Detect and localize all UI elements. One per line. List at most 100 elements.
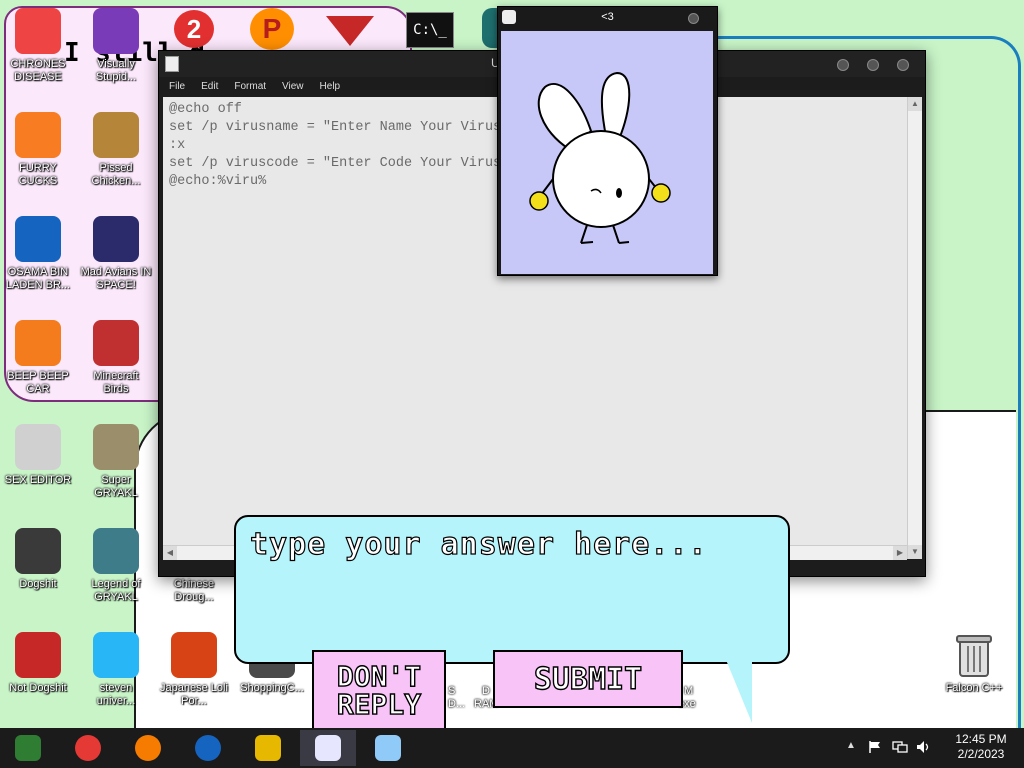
icon-label: Japanese Loli Por...	[160, 682, 228, 707]
bunny-title: <3	[601, 11, 614, 23]
taskbar-app-1[interactable]	[60, 730, 116, 766]
desktop-icon[interactable]: Dogshit	[2, 528, 74, 591]
desktop-icon-falcon[interactable]: Falcon C++	[938, 632, 1010, 695]
desktop-icon[interactable]: Minecraft Birds	[80, 320, 152, 396]
app-icon	[93, 8, 139, 54]
desktop-icon[interactable]: OSAMA BIN LADEN BR...	[2, 216, 74, 292]
notepad-file-icon	[165, 56, 179, 72]
desktop-icon[interactable]: Legend of GRYAKL	[80, 528, 152, 604]
volume-icon[interactable]	[916, 740, 932, 754]
app-icon	[15, 112, 61, 158]
bunny-titlebar[interactable]: <3	[498, 7, 717, 29]
bubble-tail	[724, 655, 752, 723]
menu-help[interactable]: Help	[320, 81, 341, 92]
partial-label: S	[448, 685, 456, 697]
menu-file[interactable]: File	[169, 81, 185, 92]
app-icon	[93, 320, 139, 366]
desktop-icon-2[interactable]: 2	[174, 10, 220, 50]
desktop-icon-cmd[interactable]: C:\_	[406, 12, 454, 48]
file-explorer-icon	[255, 735, 281, 761]
flag-icon[interactable]	[868, 740, 882, 754]
icon-label: Not Dogshit	[9, 682, 67, 694]
icon-label: Mad Avians IN SPACE!	[80, 266, 152, 291]
chrome-icon	[75, 735, 101, 761]
network-icon[interactable]	[892, 740, 908, 754]
app-icon	[15, 320, 61, 366]
bunny-popup-window[interactable]: <3	[497, 6, 718, 276]
app-p-icon: P	[250, 8, 294, 50]
app-icon	[93, 216, 139, 262]
notepad-icon	[375, 735, 401, 761]
desktop-icon[interactable]: Super GRYAKL	[80, 424, 152, 500]
partial-label: M	[684, 685, 694, 697]
icon-label: Super GRYAKL	[94, 474, 138, 499]
cmd-icon: C:\_	[406, 12, 454, 48]
submit-button[interactable]: SUBMIT	[493, 650, 683, 708]
app-icon	[15, 632, 61, 678]
recycle-bin-icon	[951, 632, 997, 678]
icon-label: FURRY CUCKS	[18, 162, 58, 187]
system-clock[interactable]: 12:45 PM 2/2/2023	[946, 732, 1016, 762]
desktop-icon[interactable]: Not Dogshit	[2, 632, 74, 695]
icon-label: CHRONES DISEASE	[10, 58, 66, 83]
chrome-canary-icon	[15, 735, 41, 761]
icon-label: ShoppingC...	[240, 682, 304, 694]
taskbar-app-5[interactable]	[300, 730, 356, 766]
scroll-left-arrow[interactable]: ◀	[163, 546, 177, 560]
app-icon	[93, 424, 139, 470]
icon-label: Falcon C++	[945, 682, 1003, 694]
desktop-icon[interactable]: BEEP BEEP CAR	[2, 320, 74, 396]
app-icon	[15, 8, 61, 54]
clock-date: 2/2/2023	[957, 747, 1005, 761]
menu-view[interactable]: View	[282, 81, 304, 92]
bunny-app-icon	[315, 735, 341, 761]
menu-edit[interactable]: Edit	[201, 81, 218, 92]
bunny-image	[501, 31, 713, 274]
app-icon	[93, 112, 139, 158]
taskbar-app-2[interactable]	[120, 730, 176, 766]
taskbar-app-6[interactable]	[360, 730, 416, 766]
taskbar-app-3[interactable]	[180, 730, 236, 766]
vertical-scrollbar[interactable]: ▲ ▼	[907, 97, 922, 559]
answer-bubble: type your answer here...	[234, 515, 790, 664]
taskbar-app-4[interactable]	[240, 730, 296, 766]
clock-time: 12:45 PM	[955, 732, 1007, 746]
app-icon	[93, 528, 139, 574]
icon-label: Visually Stupid...	[95, 58, 137, 83]
desktop-icon[interactable]: SEX EDITOR	[2, 424, 74, 487]
desktop-icon[interactable]: CHRONES DISEASE	[2, 8, 74, 84]
maximize-button[interactable]	[867, 59, 879, 71]
icon-label: Dogshit	[19, 578, 57, 590]
show-hidden-icons-button[interactable]: ▲	[846, 740, 856, 751]
icon-label: OSAMA BIN LADEN BR...	[5, 266, 71, 291]
desktop-icon-red-logo[interactable]	[326, 16, 376, 48]
close-button[interactable]	[897, 59, 909, 71]
answer-input[interactable]: type your answer here...	[249, 526, 707, 562]
app-icon	[93, 632, 139, 678]
icon-label: Minecraft Birds	[93, 370, 139, 395]
scroll-up-arrow[interactable]: ▲	[908, 97, 922, 111]
app-icon	[171, 632, 217, 678]
desktop-icon[interactable]: Visually Stupid...	[80, 8, 152, 84]
desktop-icon[interactable]: Mad Avians IN SPACE!	[80, 216, 152, 292]
scroll-down-arrow[interactable]: ▼	[908, 545, 922, 559]
taskbar: ▲ 12:45 PM 2/2/2023	[0, 728, 1024, 768]
icon-label: Legend of GRYAKL	[91, 578, 141, 603]
obama-logo-icon	[195, 735, 221, 761]
partial-label: D...	[448, 698, 466, 710]
desktop-icon-p[interactable]: P	[250, 8, 296, 50]
red-emblem-icon	[326, 16, 374, 46]
minimize-button[interactable]	[837, 59, 849, 71]
taskbar-app-0[interactable]	[0, 730, 56, 766]
menu-format[interactable]: Format	[234, 81, 266, 92]
desktop-icon[interactable]: Japanese Loli Por...	[158, 632, 230, 708]
scroll-right-arrow[interactable]: ▶	[893, 546, 907, 560]
desktop-icon[interactable]: FURRY CUCKS	[2, 112, 74, 188]
desktop-icon[interactable]: Pissed Chicken...	[80, 112, 152, 188]
icon-label: Pissed Chicken...	[91, 162, 141, 187]
app-icon	[15, 528, 61, 574]
bunny-close-button[interactable]	[688, 13, 699, 24]
dont-reply-button[interactable]: DON'T REPLY	[312, 650, 446, 732]
desktop-icon[interactable]: steven univer...	[80, 632, 152, 708]
icon-label: Chinese Droug...	[173, 578, 215, 603]
